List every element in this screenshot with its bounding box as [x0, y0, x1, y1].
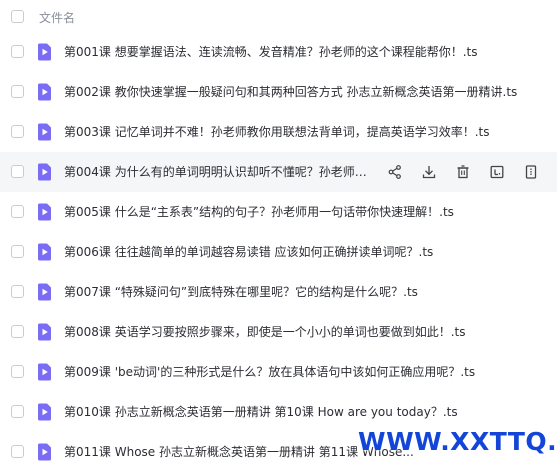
video-file-icon — [37, 43, 52, 61]
row-checkbox[interactable] — [11, 365, 24, 378]
column-header-filename[interactable]: 文件名 — [39, 9, 75, 26]
file-name[interactable]: 第002课 教你快速掌握一般疑问句和其两种回答方式 孙志立新概念英语第一册精讲.… — [64, 72, 517, 112]
file-name[interactable]: 第009课 'be动词'的三种形式是什么？放在具体语句中该如何正确应用呢？.ts — [64, 352, 475, 392]
file-row[interactable]: 第006课 往往越简单的单词越容易读错 应该如何正确拼读单词呢？.ts — [0, 232, 557, 272]
row-checkbox[interactable] — [11, 85, 24, 98]
file-row[interactable]: 第010课 孙志立新概念英语第一册精讲 第10课 How are you tod… — [0, 392, 557, 432]
file-row[interactable]: 第007课 “特殊疑问句”到底特殊在哪里呢？它的结构是什么呢？.ts — [0, 272, 557, 312]
video-file-icon — [37, 363, 52, 381]
file-row[interactable]: 第004课 为什么有的单词明明认识却听不懂呢？孙老师帮... — [0, 152, 557, 192]
row-checkbox[interactable] — [11, 325, 24, 338]
file-list: 文件名 第001课 想要掌握语法、连读流畅、发音精准？孙老师的这个课程能帮你！.… — [0, 0, 557, 465]
video-file-icon — [37, 163, 52, 181]
row-checkbox[interactable] — [11, 45, 24, 58]
row-checkbox[interactable] — [11, 165, 24, 178]
video-file-icon — [37, 243, 52, 261]
delete-icon[interactable] — [455, 164, 471, 180]
file-name[interactable]: 第006课 往往越简单的单词越容易读错 应该如何正确拼读单词呢？.ts — [64, 232, 433, 272]
file-row[interactable]: 第005课 什么是“主系表”结构的句子？孙老师用一句话带你快速理解！.ts — [0, 192, 557, 232]
file-row[interactable]: 第003课 记忆单词并不难！孙老师教你用联想法背单词，提高英语学习效率！.ts — [0, 112, 557, 152]
video-file-icon — [37, 83, 52, 101]
download-icon[interactable] — [421, 164, 437, 180]
file-row[interactable]: 第008课 英语学习要按照步骤来，即使是一个小小的单词也要做到如此！.ts — [0, 312, 557, 352]
video-file-icon — [37, 123, 52, 141]
share-icon[interactable] — [387, 164, 403, 180]
row-checkbox[interactable] — [11, 125, 24, 138]
row-actions — [387, 152, 557, 192]
file-name[interactable]: 第005课 什么是“主系表”结构的句子？孙老师用一句话带你快速理解！.ts — [64, 192, 454, 232]
video-file-icon — [37, 323, 52, 341]
video-file-icon — [37, 403, 52, 421]
file-row[interactable]: 第002课 教你快速掌握一般疑问句和其两种回答方式 孙志立新概念英语第一册精讲.… — [0, 72, 557, 112]
file-name[interactable]: 第008课 英语学习要按照步骤来，即使是一个小小的单词也要做到如此！.ts — [64, 312, 466, 352]
row-checkbox[interactable] — [11, 445, 24, 458]
row-checkbox[interactable] — [11, 405, 24, 418]
select-all-checkbox[interactable] — [11, 10, 24, 23]
row-checkbox[interactable] — [11, 285, 24, 298]
subtitle-icon[interactable] — [489, 164, 505, 180]
video-file-icon — [37, 443, 52, 461]
file-name[interactable]: 第010课 孙志立新概念英语第一册精讲 第10课 How are you tod… — [64, 392, 458, 432]
list-header: 文件名 — [0, 0, 557, 34]
video-file-icon — [37, 283, 52, 301]
file-row[interactable]: 第009课 'be动词'的三种形式是什么？放在具体语句中该如何正确应用呢？.ts — [0, 352, 557, 392]
file-name[interactable]: 第004课 为什么有的单词明明认识却听不懂呢？孙老师帮... — [64, 152, 378, 192]
watermark: WWW.XXTTQ.COM — [358, 427, 557, 456]
file-name[interactable]: 第007课 “特殊疑问句”到底特殊在哪里呢？它的结构是什么呢？.ts — [64, 272, 418, 312]
row-checkbox[interactable] — [11, 245, 24, 258]
video-file-icon — [37, 203, 52, 221]
file-row[interactable]: 第001课 想要掌握语法、连读流畅、发音精准？孙老师的这个课程能帮你！.ts — [0, 32, 557, 72]
row-checkbox[interactable] — [11, 205, 24, 218]
file-name[interactable]: 第001课 想要掌握语法、连读流畅、发音精准？孙老师的这个课程能帮你！.ts — [64, 32, 478, 72]
file-name[interactable]: 第003课 记忆单词并不难！孙老师教你用联想法背单词，提高英语学习效率！.ts — [64, 112, 490, 152]
more-icon[interactable] — [523, 164, 539, 180]
